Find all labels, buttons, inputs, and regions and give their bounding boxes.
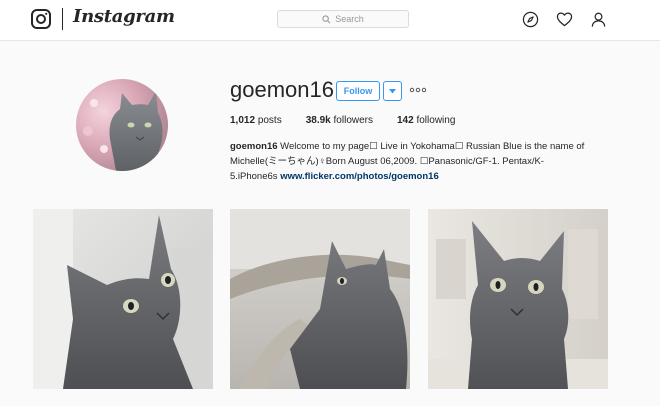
followers-value: 38.9k <box>305 115 331 126</box>
top-navigation-bar: Instagram Search <box>0 0 660 41</box>
following-value: 142 <box>397 115 414 126</box>
heart-icon[interactable] <box>556 11 573 28</box>
post-thumbnail-3[interactable] <box>428 209 608 389</box>
posts-value: 1,012 <box>230 115 256 126</box>
profile-username: goemon16 <box>230 77 334 102</box>
search-placeholder: Search <box>335 14 364 24</box>
profile-bio: goemon16 Welcome to my page☐ Live in Yok… <box>230 139 610 184</box>
compass-icon[interactable] <box>522 11 539 28</box>
bio-line-2: Michelle(ミーちゃん)♀Born August 06,2009. ☐Pa… <box>230 156 544 167</box>
logo-divider <box>62 8 63 30</box>
bio-text-1: Welcome to my page☐ Live in Yokohama☐ Ru… <box>280 141 585 152</box>
bio-line-3: 5.iPhone6s www.flicker.com/photos/goemon… <box>230 169 610 184</box>
posts-count: 1,012 posts <box>230 115 282 126</box>
instagram-wordmark[interactable]: Instagram <box>73 6 175 27</box>
bio-website-link[interactable]: www.flicker.com/photos/goemon16 <box>280 171 439 182</box>
suggestions-dropdown-button[interactable] <box>383 81 402 101</box>
bio-text-3: 5.iPhone6s <box>230 171 278 182</box>
search-icon <box>322 14 331 23</box>
person-icon[interactable] <box>590 11 607 28</box>
followers-count[interactable]: 38.9k followers <box>306 115 373 126</box>
following-count[interactable]: 142 following <box>397 115 455 126</box>
post-thumbnail-1[interactable] <box>33 209 213 389</box>
caret-down-icon <box>389 88 396 93</box>
posts-label: posts <box>257 115 282 126</box>
more-options-icon[interactable] <box>409 86 427 94</box>
profile-avatar[interactable] <box>76 79 168 171</box>
follow-button[interactable]: Follow <box>336 81 380 101</box>
bio-name: goemon16 <box>230 141 278 152</box>
search-input[interactable]: Search <box>277 10 409 28</box>
bio-line-1: goemon16 Welcome to my page☐ Live in Yok… <box>230 139 610 154</box>
post-thumbnail-2[interactable] <box>230 209 410 389</box>
following-label: following <box>416 115 456 126</box>
profile-stats: 1,012 posts 38.9k followers 142 followin… <box>230 115 479 126</box>
followers-label: followers <box>333 115 373 126</box>
instagram-camera-icon[interactable] <box>31 9 51 29</box>
